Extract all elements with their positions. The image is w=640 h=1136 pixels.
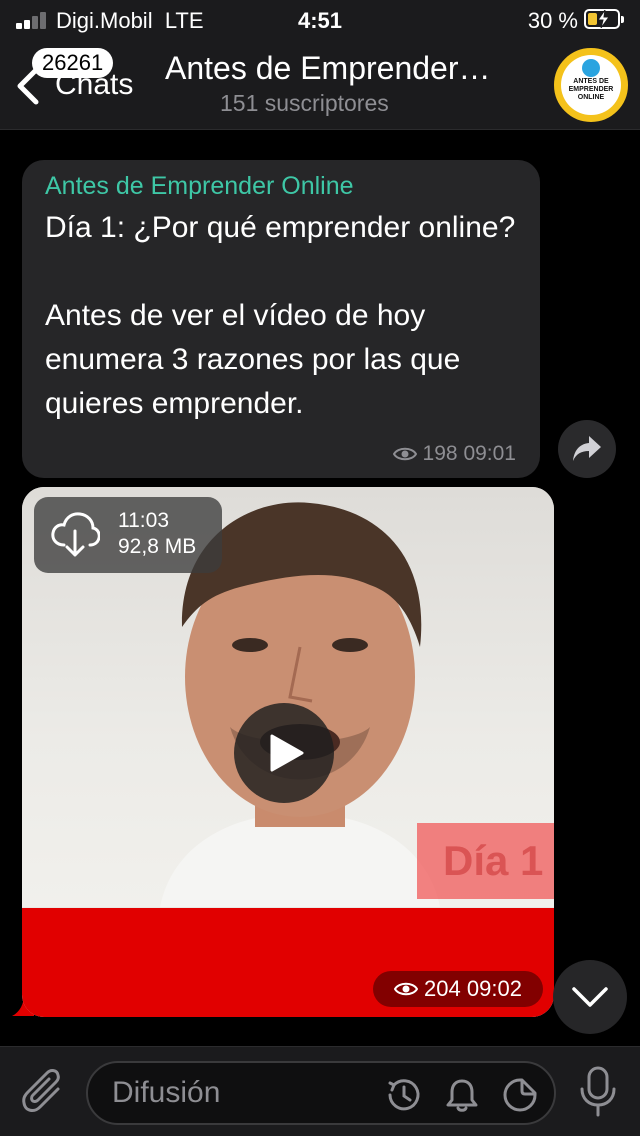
message-time: 09:01	[463, 442, 516, 465]
video-file-size: 92,8 MB	[118, 535, 197, 558]
clock-schedule-icon[interactable]	[386, 1077, 422, 1113]
video-message[interactable]: Día 1 11:03 92,8 MB 204 09:02	[22, 487, 554, 1017]
sticker-icon[interactable]	[502, 1077, 538, 1113]
video-overlay-banner: Día 1	[417, 823, 554, 899]
chevron-down-icon	[572, 987, 608, 1007]
channel-avatar[interactable]: ANTES DE EMPRENDER ONLINE	[554, 48, 628, 122]
play-button[interactable]	[234, 703, 334, 803]
view-count: 198	[422, 442, 458, 465]
message-meta: 198 09:01	[392, 442, 516, 466]
status-bar: Digi.Mobil LTE 4:51 30 %	[0, 0, 640, 40]
channel-title[interactable]: Antes de Emprender…	[165, 50, 525, 87]
message-bubble[interactable]: Antes de Emprender Online Día 1: ¿Por qu…	[22, 160, 540, 478]
play-icon	[270, 734, 304, 772]
battery-icon	[584, 9, 624, 29]
eye-icon	[392, 447, 417, 461]
scroll-to-bottom-button[interactable]	[553, 960, 627, 1034]
subscriber-count: 151 suscriptores	[220, 90, 389, 116]
avatar-logo-text: ANTES DE EMPRENDER ONLINE	[568, 78, 614, 101]
share-arrow-icon	[573, 436, 601, 461]
message-author: Antes de Emprender Online	[45, 172, 354, 200]
chat-header: Chats 26261 Antes de Emprender… 151 susc…	[0, 40, 640, 130]
video-duration: 11:03	[118, 509, 169, 532]
cloud-download-icon	[51, 512, 100, 557]
message-field[interactable]	[86, 1061, 556, 1125]
message-text: Día 1: ¿Por qué emprender online? Antes …	[45, 211, 516, 420]
unread-badge: 26261	[32, 48, 114, 78]
view-count: 204	[424, 976, 461, 1001]
video-meta: 204 09:02	[373, 971, 543, 1007]
message-input[interactable]	[112, 1073, 372, 1113]
share-button[interactable]	[558, 420, 616, 478]
telegram-icon	[582, 59, 600, 77]
bell-icon[interactable]	[444, 1077, 480, 1113]
battery-percentage: 30 %	[527, 8, 578, 33]
eye-icon	[394, 982, 419, 996]
paperclip-icon[interactable]	[20, 1067, 66, 1117]
message-input-bar	[0, 1046, 640, 1136]
video-overlay-text: Día 1	[443, 837, 544, 884]
microphone-icon[interactable]	[578, 1065, 618, 1119]
message-time: 09:02	[466, 976, 522, 1001]
download-button[interactable]: 11:03 92,8 MB	[34, 497, 222, 573]
